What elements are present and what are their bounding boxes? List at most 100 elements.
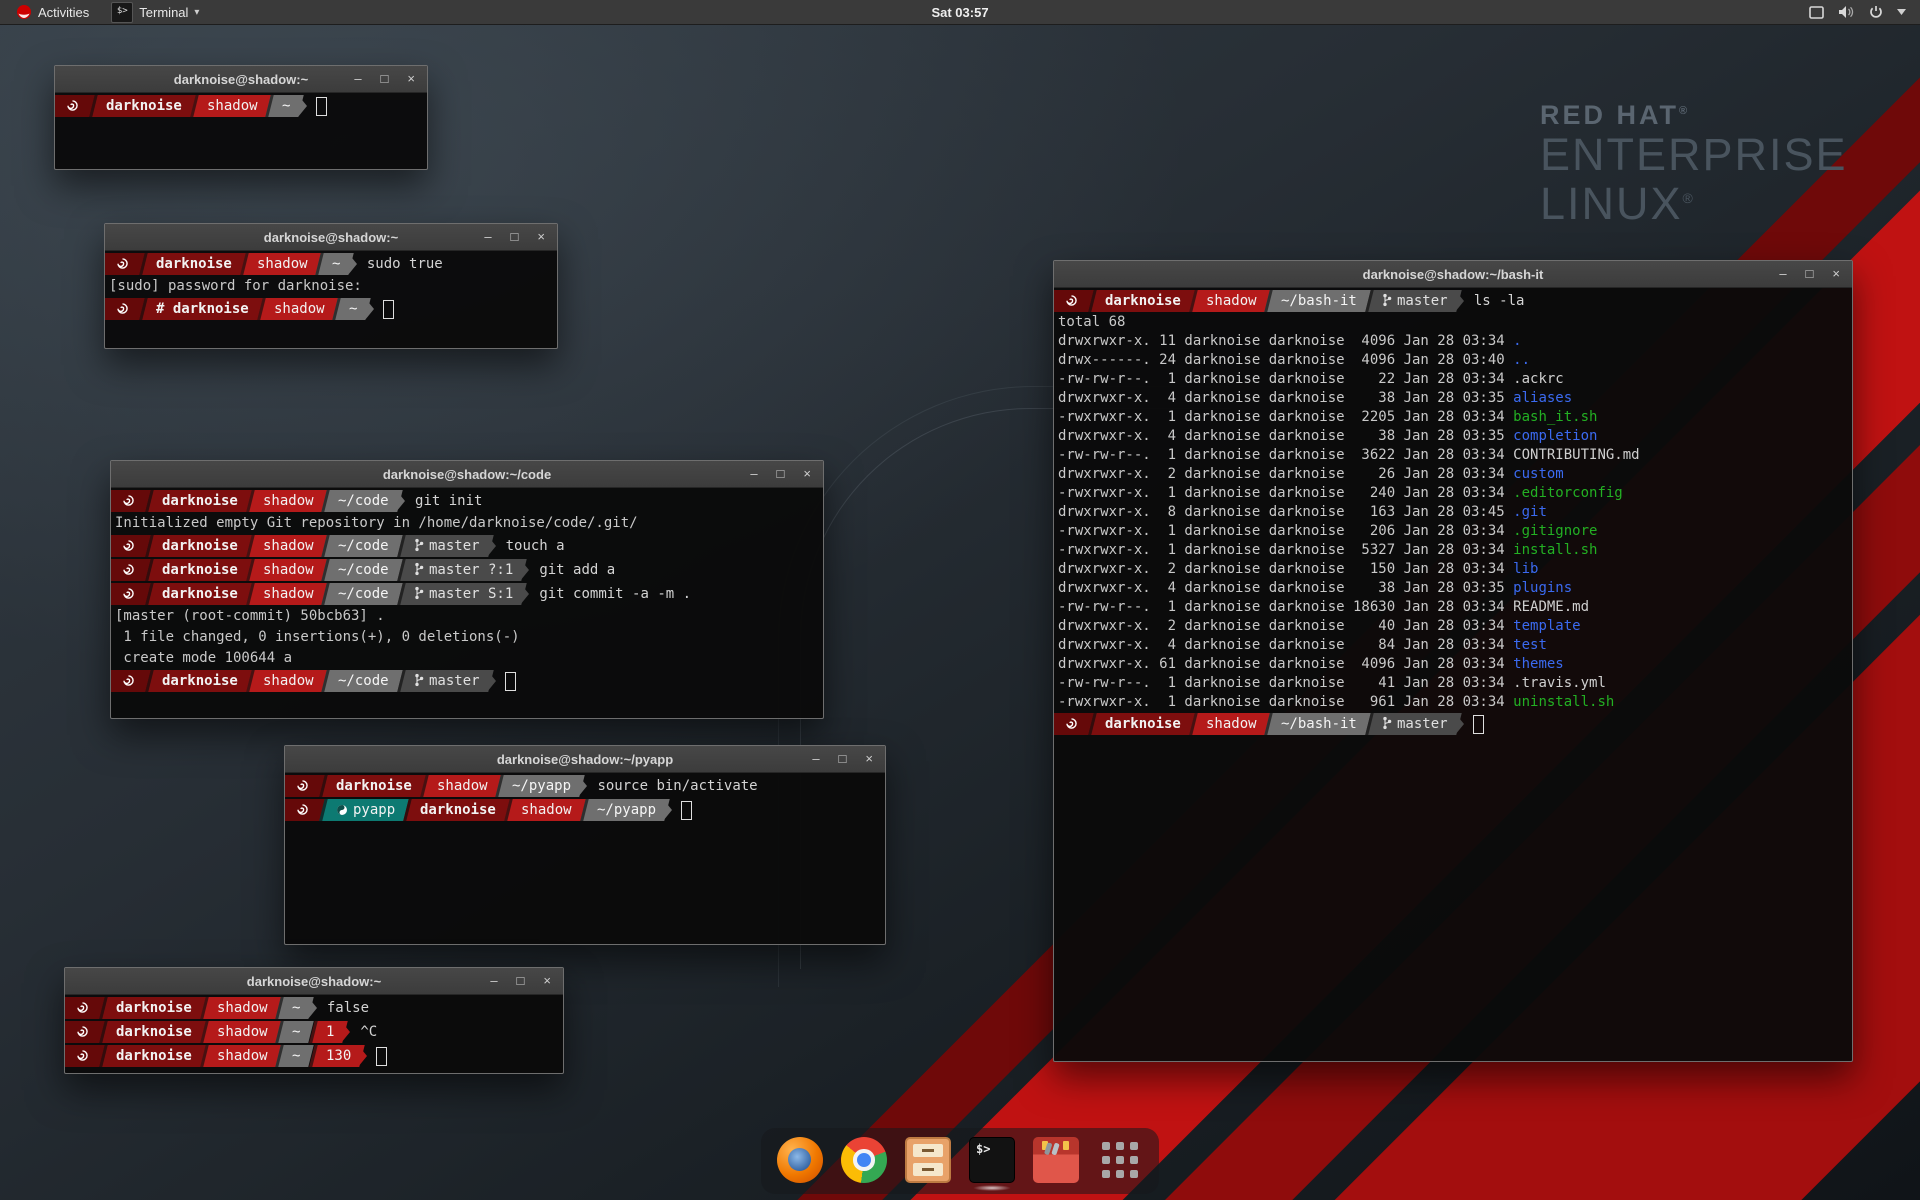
maximize-button[interactable]: □ xyxy=(381,66,389,92)
maximize-button[interactable]: □ xyxy=(839,746,847,772)
terminal-app-icon: $> xyxy=(111,2,133,23)
window-titlebar[interactable]: darknoise@shadow:~ – □ × xyxy=(55,66,427,93)
prompt-segment-exit: 130 xyxy=(309,1045,365,1067)
terminal-content[interactable]: darknoiseshadow~/pyappsource bin/activat… xyxy=(285,773,885,945)
terminal-window-pyapp[interactable]: darknoise@shadow:~/pyapp – □ × darknoise… xyxy=(284,745,886,945)
close-button[interactable]: × xyxy=(803,461,811,487)
active-app-glow xyxy=(973,1185,1011,1191)
terminal-cursor xyxy=(376,1047,387,1066)
prompt-segment-branch: master xyxy=(1366,290,1462,312)
app-menu-terminal[interactable]: $> Terminal ▾ xyxy=(103,0,207,24)
minimize-button[interactable]: – xyxy=(1779,261,1786,287)
dock-item-chrome[interactable] xyxy=(841,1137,887,1183)
terminal-window-code[interactable]: darknoise@shadow:~/code – □ × darknoises… xyxy=(110,460,824,719)
command-text: ^C xyxy=(360,1024,377,1040)
maximize-button[interactable]: □ xyxy=(777,461,785,487)
file-name: themes xyxy=(1513,656,1564,672)
terminal-window-bash-it[interactable]: darknoise@shadow:~/bash-it – □ × darknoi… xyxy=(1053,260,1853,1062)
terminal-content[interactable]: darknoiseshadow~/bash-itmasterls -latota… xyxy=(1054,288,1852,1062)
prompt-segment-host: shadow xyxy=(246,670,327,692)
terminal-cursor xyxy=(316,97,327,116)
terminal-content[interactable]: darknoiseshadow~sudo true[sudo] password… xyxy=(105,251,557,349)
screen-icon[interactable] xyxy=(1809,6,1824,19)
maximize-button[interactable]: □ xyxy=(1806,261,1814,287)
terminal-prompt-line: darknoiseshadow~ xyxy=(55,94,427,118)
dock-item-appgrid[interactable] xyxy=(1097,1137,1143,1183)
window-titlebar[interactable]: darknoise@shadow:~ – □ × xyxy=(105,224,557,251)
file-list-row: drwxrwxr-x. 8 darknoise darknoise 163 Ja… xyxy=(1054,503,1852,522)
dock-item-firefox[interactable] xyxy=(777,1137,823,1183)
maximize-button[interactable]: □ xyxy=(517,968,525,994)
close-button[interactable]: × xyxy=(865,746,873,772)
window-titlebar[interactable]: darknoise@shadow:~/pyapp – □ × xyxy=(285,746,885,773)
file-list-row: drwxrwxr-x. 4 darknoise darknoise 38 Jan… xyxy=(1054,427,1852,446)
prompt-segment-host: shadow xyxy=(257,298,338,320)
distro-swirl-icon xyxy=(105,298,145,320)
close-button[interactable]: × xyxy=(543,968,551,994)
prompt-segment-host: shadow xyxy=(504,799,585,821)
prompt-segment-host: shadow xyxy=(246,490,327,512)
file-list-row: drwxrwxr-x. 4 darknoise darknoise 38 Jan… xyxy=(1054,579,1852,598)
prompt-segment-host: shadow xyxy=(190,95,271,117)
chrome-icon xyxy=(841,1137,887,1183)
dock-item-toolbox[interactable] xyxy=(1033,1137,1079,1183)
terminal-content[interactable]: darknoiseshadow~/codegit initInitialized… xyxy=(111,488,823,719)
prompt-segment-path: ~/code xyxy=(322,559,403,581)
prompt-segment-branch: master xyxy=(397,670,493,692)
volume-icon[interactable] xyxy=(1838,5,1855,19)
terminal-content[interactable]: darknoiseshadow~ xyxy=(55,93,427,170)
file-name: CONTRIBUTING.md xyxy=(1513,447,1639,463)
terminal-prompt-line: darknoiseshadow~/codegit init xyxy=(111,489,823,513)
terminal-output-line: Initialized empty Git repository in /hom… xyxy=(111,513,823,534)
prompt-segment-user: darknoise xyxy=(1088,290,1194,312)
terminal-cursor xyxy=(505,672,516,691)
file-name: custom xyxy=(1513,466,1564,482)
command-text: false xyxy=(327,1000,369,1016)
activities-button[interactable]: Activities xyxy=(8,0,97,24)
terminal-content[interactable]: darknoiseshadow~falsedarknoiseshadow~1^C… xyxy=(65,995,563,1074)
distro-swirl-icon xyxy=(55,95,95,117)
dock-item-files[interactable] xyxy=(905,1137,951,1183)
file-list-row: drwxrwxr-x. 61 darknoise darknoise 4096 … xyxy=(1054,655,1852,674)
prompt-segment-path: ~/code xyxy=(322,583,403,605)
prompt-segment-path: ~/bash-it xyxy=(1265,290,1371,312)
terminal-prompt-line: darknoiseshadow~1^C xyxy=(65,1020,563,1044)
minimize-button[interactable]: – xyxy=(490,968,497,994)
minimize-button[interactable]: – xyxy=(354,66,361,92)
window-titlebar[interactable]: darknoise@shadow:~ – □ × xyxy=(65,968,563,995)
file-name: install.sh xyxy=(1513,542,1597,558)
prompt-segment-user: darknoise xyxy=(99,1045,205,1067)
clock[interactable]: Sat 03:57 xyxy=(0,5,1920,20)
terminal-window-sudo[interactable]: darknoise@shadow:~ – □ × darknoiseshadow… xyxy=(104,223,558,349)
distro-swirl-icon xyxy=(111,559,151,581)
file-list-row: -rwxrwxr-x. 1 darknoise darknoise 2205 J… xyxy=(1054,408,1852,427)
window-title: darknoise@shadow:~ xyxy=(65,974,563,989)
close-button[interactable]: × xyxy=(537,224,545,250)
file-list-row: -rw-rw-r--. 1 darknoise darknoise 22 Jan… xyxy=(1054,370,1852,389)
minimize-button[interactable]: – xyxy=(484,224,491,250)
prompt-segment-path: ~ xyxy=(333,298,372,320)
prompt-segment-path: ~/pyapp xyxy=(496,775,586,797)
command-text: git add a xyxy=(539,562,615,578)
window-titlebar[interactable]: darknoise@shadow:~/code – □ × xyxy=(111,461,823,488)
distro-swirl-icon xyxy=(105,253,145,275)
minimize-button[interactable]: – xyxy=(812,746,819,772)
caret-down-icon[interactable] xyxy=(1897,9,1906,15)
power-icon[interactable] xyxy=(1869,5,1883,19)
window-titlebar[interactable]: darknoise@shadow:~/bash-it – □ × xyxy=(1054,261,1852,288)
file-list-row: -rwxrwxr-x. 1 darknoise darknoise 206 Ja… xyxy=(1054,522,1852,541)
file-name: template xyxy=(1513,618,1580,634)
dock-item-terminal[interactable]: $> xyxy=(969,1137,1015,1183)
toolbox-icon xyxy=(1033,1137,1079,1183)
maximize-button[interactable]: □ xyxy=(511,224,519,250)
prompt-segment-path: ~/code xyxy=(322,535,403,557)
file-list-row: drwx------. 24 darknoise darknoise 4096 … xyxy=(1054,351,1852,370)
terminal-window-home-1[interactable]: darknoise@shadow:~ – □ × darknoiseshadow… xyxy=(54,65,428,170)
minimize-button[interactable]: – xyxy=(750,461,757,487)
file-name: aliases xyxy=(1513,390,1572,406)
prompt-segment-path: ~ xyxy=(316,253,355,275)
close-button[interactable]: × xyxy=(407,66,415,92)
terminal-window-home-2[interactable]: darknoise@shadow:~ – □ × darknoiseshadow… xyxy=(64,967,564,1074)
close-button[interactable]: × xyxy=(1832,261,1840,287)
terminal-prompt-line: darknoiseshadow~/bash-itmaster xyxy=(1054,712,1852,736)
